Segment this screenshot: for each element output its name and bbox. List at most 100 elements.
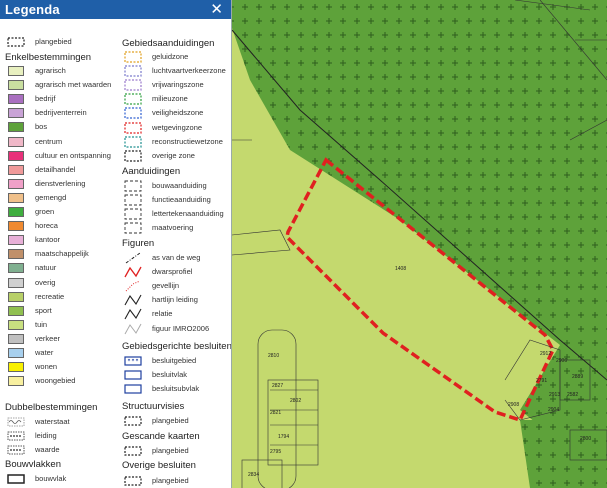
legend-item-label: recreatie [35, 291, 65, 301]
legend-item-label: luchtvaartverkeerzone [152, 66, 226, 76]
legend-item-label: vrijwaringszone [152, 80, 204, 90]
legend-item: besluitsubvlak [121, 382, 231, 396]
color-swatch-icon [8, 277, 24, 288]
legend-item: figuur IMRO2006 [121, 322, 231, 336]
color-swatch-icon [8, 263, 24, 274]
legend-item: verkeer [4, 332, 114, 346]
legend-section-title: Aanduidingen [122, 166, 181, 177]
legend-item: bouwaanduiding [121, 179, 231, 193]
legend-item-label: maatvoering [152, 223, 194, 233]
legend-item-label: kantoor [35, 235, 61, 245]
legend-item-label: wonen [35, 362, 58, 372]
plangebied-icon [124, 446, 142, 456]
legend-item: overige zone [121, 149, 231, 163]
legend-item-label: waterstaat [35, 417, 70, 426]
parcel-label: 2802 [290, 398, 301, 404]
plangebied-icon [124, 416, 142, 426]
legend-item: functieaanduiding [121, 193, 231, 207]
legend-item: veiligheidszone [121, 106, 231, 120]
legend-item-label: wetgevingzone [152, 122, 203, 132]
color-swatch-icon [8, 80, 24, 91]
parcel-label: 2912 [540, 351, 551, 357]
close-icon[interactable]: ✕ [210, 0, 223, 19]
legend-section-title: Overige besluiten [122, 460, 196, 471]
dots-icon [7, 431, 25, 441]
legend-item-label: besluitgebied [152, 356, 197, 365]
legend-item: waarde [4, 443, 114, 457]
legend-item: besluitvlak [121, 368, 231, 382]
legend-item-label: natuur [35, 263, 57, 273]
parcel-label: 2810 [268, 353, 279, 359]
legend-item: horeca [4, 219, 114, 233]
legend-header: Legenda ✕ [0, 0, 231, 19]
waves-icon [7, 417, 25, 427]
color-swatch-icon [8, 249, 24, 260]
dashdot-line-icon [125, 252, 141, 264]
zone-6-icon [124, 135, 142, 148]
legend-item: kantoor [4, 233, 114, 247]
zone-1-icon [124, 65, 142, 77]
legend-item-label: bouwaanduiding [152, 181, 207, 190]
legend-item: wonen [4, 360, 114, 374]
legend-item-label: verkeer [35, 333, 61, 343]
legend-item: geluidzone [121, 50, 231, 64]
legend-item-label: dwarsprofiel [152, 267, 193, 277]
legend-item-label: tuin [35, 319, 48, 329]
legend-item: overig [4, 276, 114, 290]
parcel-label: 2834 [248, 472, 259, 478]
legend-item-label: horeca [35, 221, 58, 231]
legend-item: as van de weg [121, 251, 231, 265]
parcel-label: 1794 [278, 434, 289, 440]
zone-2-icon [124, 79, 142, 91]
legend-item-label: besluitsubvlak [152, 384, 200, 394]
legend-item: centrum [4, 135, 114, 149]
legend-item: reconstructiewetzone [121, 135, 231, 149]
color-swatch-icon [8, 66, 24, 76]
legend-item: groen [4, 205, 114, 219]
zigzag-black-icon [124, 309, 142, 320]
parcel-label: 2913 [549, 392, 560, 398]
zone-4-icon [124, 107, 142, 119]
color-swatch-icon [8, 192, 24, 203]
legend-item: bedrijventerrein [4, 106, 114, 120]
legend-item-label: centrum [35, 136, 63, 146]
legend-section-title: Gescande kaarten [122, 431, 200, 442]
legend-item-label: relatie [152, 309, 173, 319]
parcel-label: 2821 [270, 410, 281, 416]
legend-item-label: overige zone [152, 150, 195, 160]
legend-item: dienstverlening [4, 177, 114, 191]
bouwvlak-icon [7, 474, 25, 484]
legend-item-label: sport [35, 305, 52, 315]
legend-item: besluitgebied [121, 354, 231, 368]
legend-item-label: bedrijf [35, 94, 56, 104]
legend-item-label: bedrijventerrein [35, 108, 87, 118]
legend-item: plangebied [121, 444, 231, 458]
legend-item-label: agrarisch met waarden [35, 80, 112, 90]
dots-icon [7, 445, 25, 455]
color-swatch-icon [8, 362, 24, 373]
zone-0-icon [124, 51, 142, 63]
zone-3-icon [124, 93, 142, 105]
color-swatch-icon [8, 291, 24, 302]
legend-item-label: dienstverlening [35, 178, 86, 188]
legend-item: maatschappelijk [4, 247, 114, 261]
legend-item-label: leiding [35, 431, 57, 441]
legend-section-title: Dubbelbestemmingen [5, 402, 98, 413]
legend-item: sport [4, 304, 114, 318]
blue-rect-icon [124, 384, 142, 394]
legend-title: Legenda [5, 2, 60, 17]
legend-item: wetgevingzone [121, 121, 231, 135]
legend-item-label: plangebied [152, 416, 189, 425]
legend-item: recreatie [4, 290, 114, 304]
dotted-red-line-icon [125, 280, 141, 292]
legend-section-title: Structuurvisies [122, 401, 185, 412]
legend-item: agrarisch met waarden [4, 78, 114, 92]
legend-section-title: Bouwvlakken [5, 459, 61, 470]
legend-item: bos [4, 120, 114, 134]
legend-item: bedrijf [4, 92, 114, 106]
legend-item-label: geluidzone [152, 52, 189, 61]
legend-item-label: lettertekenaanduiding [152, 209, 224, 219]
legend-item: cultuur en ontspanning [4, 149, 114, 163]
parcel-label: 2889 [572, 374, 583, 380]
zone-5-icon [124, 121, 142, 134]
